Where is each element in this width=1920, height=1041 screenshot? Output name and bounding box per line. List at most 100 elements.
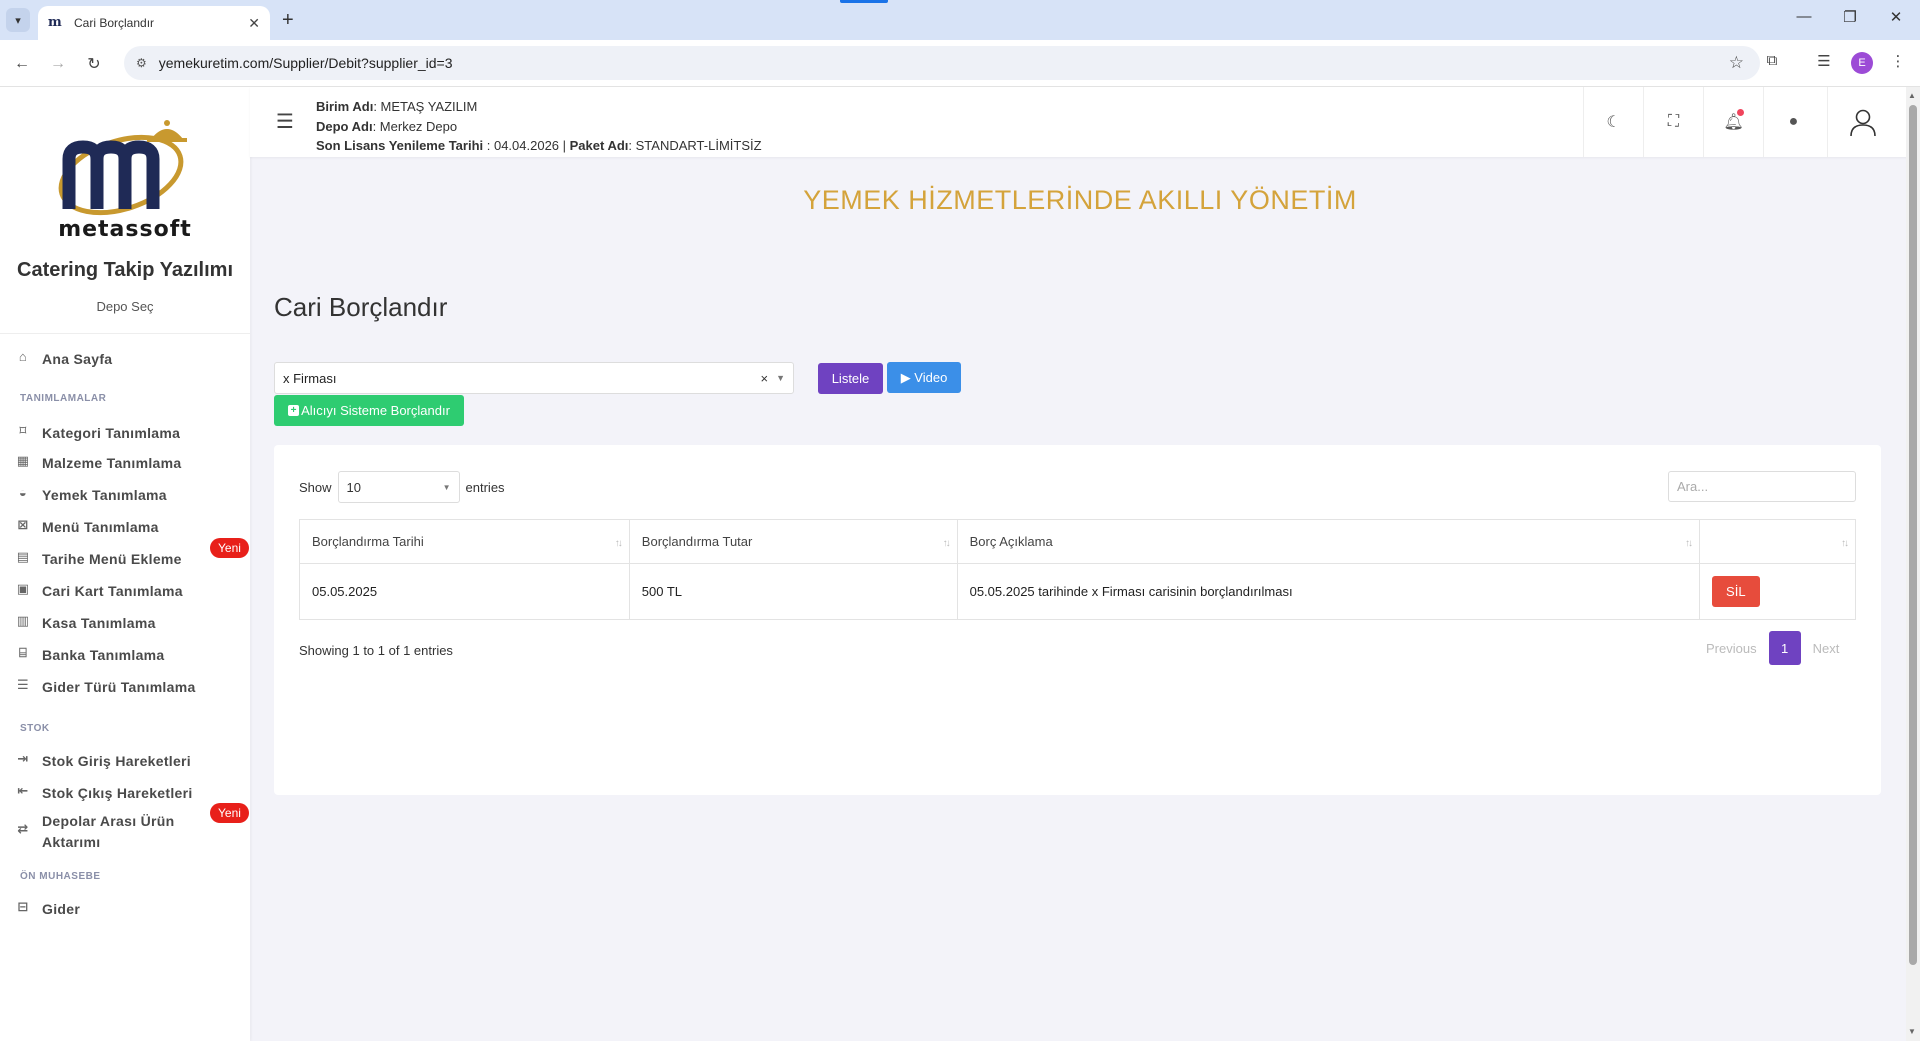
- sort-icon: ↑↓: [942, 538, 951, 549]
- video-button[interactable]: ▶ Video: [887, 362, 961, 393]
- pagination-next[interactable]: Next: [1801, 641, 1852, 656]
- sort-icon: ↑↓: [614, 538, 623, 549]
- bowl-icon: ◒: [18, 485, 28, 500]
- sidebar-item-menu[interactable]: ⊠ Menü Tanımlama: [14, 517, 159, 538]
- sidebar-item-gider-turu[interactable]: ☰ Gider Türü Tanımlama: [14, 677, 196, 698]
- badge-new: Yeni: [210, 803, 249, 823]
- app-viewport: metassoft Catering Takip Yazılımı Depo S…: [0, 87, 1920, 1041]
- sidebar-item-yemek[interactable]: ◒ Yemek Tanımlama: [14, 485, 167, 506]
- browser-toolbar: ← → ↻ ⚙ yemekuretim.com/Supplier/Debit?s…: [0, 40, 1920, 87]
- slogan: YEMEK HİZMETLERİNDE AKILLI YÖNETİM: [803, 185, 1357, 215]
- tab-title: Cari Borçlandır: [74, 16, 155, 30]
- tab-indicator: [840, 0, 888, 3]
- address-bar[interactable]: ⚙ yemekuretim.com/Supplier/Debit?supplie…: [124, 46, 1760, 80]
- brand-title: Catering Takip Yazılımı: [17, 259, 233, 281]
- supplier-select-value: x Firması: [283, 370, 337, 386]
- scroll-down-icon[interactable]: ▼: [1908, 1027, 1916, 1036]
- forward-button[interactable]: →: [44, 50, 72, 78]
- logout-icon: ⇤: [17, 783, 29, 798]
- site-info-icon[interactable]: ⚙: [136, 56, 147, 70]
- clear-icon[interactable]: ×: [760, 371, 768, 386]
- help-icon: ●: [1788, 113, 1799, 130]
- supplier-select[interactable]: x Firması × ▼: [274, 362, 794, 394]
- search-input[interactable]: Ara...: [1668, 471, 1856, 502]
- reload-button[interactable]: ↻: [80, 50, 108, 78]
- sidebar-item-banka[interactable]: ⌸ Banka Tanımlama: [14, 645, 165, 666]
- chevron-down-icon[interactable]: ▼: [776, 373, 785, 383]
- entries-length: Show 10 ▼ entries: [299, 471, 505, 503]
- dark-mode-toggle[interactable]: ☾: [1583, 87, 1643, 157]
- scroll-thumb[interactable]: [1909, 105, 1917, 965]
- section-stok: STOK: [20, 723, 50, 734]
- minimize-button[interactable]: —: [1784, 8, 1824, 25]
- page-scrollbar[interactable]: ▲ ▼: [1906, 87, 1920, 1041]
- user-icon: [1849, 109, 1876, 137]
- expense-icon: ⊟: [17, 899, 29, 914]
- column-header-actions[interactable]: ↑↓: [1699, 519, 1856, 564]
- column-header-tarih[interactable]: Borçlandırma Tarihi ↑↓: [299, 519, 630, 564]
- hamburger-menu-icon[interactable]: ☰: [276, 109, 294, 134]
- help-button[interactable]: ●: [1763, 87, 1823, 157]
- sidebar-item-home[interactable]: ⌂ Ana Sayfa: [14, 349, 112, 370]
- depo-select-link[interactable]: Depo Seç: [0, 299, 250, 314]
- cell-actions: SİL: [1699, 563, 1856, 620]
- scroll-up-icon[interactable]: ▲: [1908, 91, 1916, 100]
- data-card: Show 10 ▼ entries Ara... Borçlandırma Ta…: [274, 445, 1881, 795]
- plus-square-icon: +: [288, 405, 300, 416]
- listele-button[interactable]: Listele: [818, 363, 883, 394]
- chevron-down-icon: ▼: [442, 482, 451, 492]
- box-icon: ▦: [16, 453, 30, 468]
- home-icon: ⌂: [18, 349, 28, 364]
- page-title: Cari Borçlandır: [274, 292, 448, 322]
- sidebar-item-malzeme[interactable]: ▦ Malzeme Tanımlama: [14, 453, 181, 474]
- more-menu-icon[interactable]: ⋮: [1886, 52, 1910, 70]
- notifications-button[interactable]: 🔔︎: [1703, 87, 1763, 157]
- tag-icon: ⌑: [19, 423, 27, 438]
- chevron-down-icon: ▾: [15, 14, 21, 27]
- sidebar-item-cari-kart[interactable]: ▣ Cari Kart Tanımlama: [14, 581, 183, 602]
- table-row: 05.05.2025 500 TL 05.05.2025 tarihinde x…: [299, 563, 1856, 620]
- back-button[interactable]: ←: [8, 50, 36, 78]
- bookmark-star-icon[interactable]: ☆: [1729, 53, 1744, 73]
- sidebar-item-stok-cikis[interactable]: ⇤ Stok Çıkış Hareketleri: [14, 783, 193, 804]
- fullscreen-button[interactable]: ⛶: [1643, 87, 1703, 157]
- calendar-icon: ▤: [16, 549, 30, 564]
- sidebar-item-tarihe-menu[interactable]: ▤ Tarihe Menü Ekleme: [14, 549, 182, 570]
- notification-dot: [1737, 109, 1744, 116]
- restore-button[interactable]: ❐: [1830, 8, 1870, 26]
- new-tab-button[interactable]: +: [282, 8, 294, 32]
- sidebar-item-kategori[interactable]: ⌑ Kategori Tanımlama: [14, 423, 180, 444]
- delete-button[interactable]: SİL: [1712, 576, 1760, 607]
- table-header-row: Borçlandırma Tarihi ↑↓ Borçlandırma Tutar…: [299, 519, 1856, 564]
- section-tanimlamalar: TANIMLAMALAR: [20, 393, 107, 404]
- pagination-page-1[interactable]: 1: [1768, 631, 1801, 665]
- alici-borclandir-button[interactable]: + Alıcıyı Sisteme Borçlandır: [274, 395, 464, 426]
- section-on-muhasebe: ÖN MUHASEBE: [20, 871, 101, 882]
- list-icon: ☰: [17, 677, 29, 692]
- sidebar-item-kasa[interactable]: ▥ Kasa Tanımlama: [14, 613, 156, 634]
- close-icon[interactable]: ✕: [248, 15, 260, 32]
- pagination-previous[interactable]: Previous: [1694, 641, 1769, 656]
- user-menu-button[interactable]: [1827, 87, 1897, 157]
- url-text[interactable]: yemekuretim.com/Supplier/Debit?supplier_…: [159, 55, 1729, 71]
- favicon-icon: m: [48, 15, 62, 30]
- sidebar: metassoft Catering Takip Yazılımı Depo S…: [0, 87, 250, 1041]
- badge-new: Yeni: [210, 538, 249, 558]
- profile-avatar[interactable]: E: [1851, 52, 1873, 74]
- extensions-icon[interactable]: ⧉: [1760, 52, 1784, 69]
- table-info: Showing 1 to 1 of 1 entries: [299, 643, 453, 658]
- sidebar-item-stok-giris[interactable]: ⇥ Stok Giriş Hareketleri: [14, 751, 191, 772]
- sidebar-item-gider[interactable]: ⊟ Gider: [14, 899, 80, 920]
- browser-tab-active[interactable]: m Cari Borçlandır ✕: [38, 6, 270, 40]
- tab-search-button[interactable]: ▾: [6, 8, 30, 32]
- sort-icon: ↑↓: [1685, 538, 1693, 549]
- column-header-tutar[interactable]: Borçlandırma Tutar ↑↓: [628, 519, 958, 564]
- app-topbar: ☰ Birim Adı: METAŞ YAZILIM Depo Adı: Mer…: [250, 87, 1920, 157]
- entries-select[interactable]: 10 ▼: [337, 471, 460, 503]
- sidebar-item-depolar-arasi[interactable]: ⇄ Depolar Arası Ürün Aktarımı: [14, 811, 174, 853]
- card-icon: ▣: [16, 581, 30, 596]
- column-header-aciklama[interactable]: Borç Açıklama ↑↓: [956, 519, 1701, 564]
- window-close-button[interactable]: ✕: [1876, 8, 1916, 26]
- media-queue-icon[interactable]: ☰: [1812, 52, 1836, 70]
- sort-icon: ↑↓: [1841, 538, 1849, 549]
